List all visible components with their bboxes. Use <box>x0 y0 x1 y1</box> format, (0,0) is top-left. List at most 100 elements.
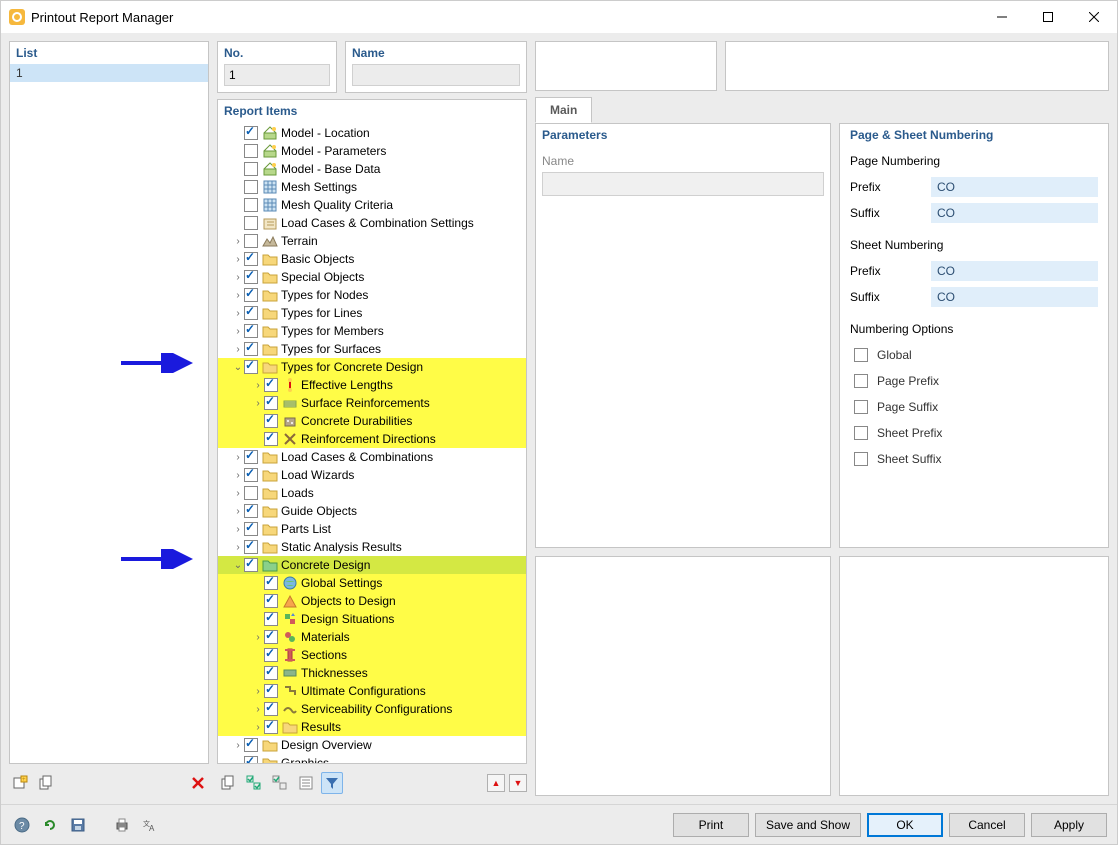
tree-item[interactable]: Graphics <box>218 754 526 763</box>
collapse-icon[interactable]: ⌄ <box>232 560 244 571</box>
expand-icon[interactable]: › <box>252 722 264 733</box>
expand-icon[interactable]: › <box>232 254 244 265</box>
tree-item[interactable]: Load Cases & Combination Settings <box>218 214 526 232</box>
print-button-icon[interactable] <box>111 814 133 836</box>
tree-checkbox[interactable] <box>264 648 278 662</box>
tree-checkbox[interactable] <box>264 594 278 608</box>
tree-item[interactable]: Design Situations <box>218 610 526 628</box>
tree-item[interactable]: Objects to Design <box>218 592 526 610</box>
tree-item[interactable]: Sections <box>218 646 526 664</box>
expand-icon[interactable]: › <box>232 326 244 337</box>
tree-checkbox[interactable] <box>244 180 258 194</box>
tree-checkbox[interactable] <box>244 234 258 248</box>
expand-icon[interactable]: › <box>252 704 264 715</box>
copy-item-button[interactable] <box>35 772 57 794</box>
print-button[interactable]: Print <box>673 813 749 837</box>
tree-item[interactable]: ›Serviceability Configurations <box>218 700 526 718</box>
page-suffix-checkbox[interactable] <box>854 400 868 414</box>
tree-checkbox[interactable] <box>244 288 258 302</box>
tree-item[interactable]: Model - Location <box>218 124 526 142</box>
tree-checkbox[interactable] <box>244 252 258 266</box>
tree-item[interactable]: ›Ultimate Configurations <box>218 682 526 700</box>
tree-item[interactable]: ›Parts List <box>218 520 526 538</box>
tree-item[interactable]: ›Types for Lines <box>218 304 526 322</box>
tree-checkbox[interactable] <box>264 684 278 698</box>
apply-button[interactable]: Apply <box>1031 813 1107 837</box>
tree-checkbox[interactable] <box>244 126 258 140</box>
sheet-prefix-input[interactable] <box>931 261 1098 281</box>
tree-checkbox[interactable] <box>244 540 258 554</box>
tree-checkbox[interactable] <box>264 576 278 590</box>
uncheck-all-button[interactable] <box>269 772 291 794</box>
tree-checkbox[interactable] <box>244 360 258 374</box>
sheet-suffix-checkbox[interactable] <box>854 452 868 466</box>
check-all-button[interactable] <box>243 772 265 794</box>
tree-checkbox[interactable] <box>244 504 258 518</box>
tree-item[interactable]: Concrete Durabilities <box>218 412 526 430</box>
tree-checkbox[interactable] <box>244 342 258 356</box>
tree-checkbox[interactable] <box>244 450 258 464</box>
param-name-input[interactable] <box>542 172 824 196</box>
expand-icon[interactable]: › <box>232 308 244 319</box>
list-body[interactable]: 1 <box>10 64 208 763</box>
global-checkbox[interactable] <box>854 348 868 362</box>
expand-icon[interactable]: › <box>252 686 264 697</box>
tree-item[interactable]: ⌄Concrete Design <box>218 556 526 574</box>
tree-checkbox[interactable] <box>244 558 258 572</box>
tree-checkbox[interactable] <box>244 756 258 763</box>
delete-item-button[interactable] <box>187 772 209 794</box>
tree-item[interactable]: ⌄Types for Concrete Design <box>218 358 526 376</box>
page-prefix-checkbox[interactable] <box>854 374 868 388</box>
tree-item[interactable]: Mesh Quality Criteria <box>218 196 526 214</box>
save-and-show-button[interactable]: Save and Show <box>755 813 861 837</box>
tree-checkbox[interactable] <box>264 612 278 626</box>
copy-tree-button[interactable] <box>217 772 239 794</box>
tree-checkbox[interactable] <box>244 144 258 158</box>
page-suffix-input[interactable] <box>931 203 1098 223</box>
expand-icon[interactable]: › <box>232 236 244 247</box>
filter-button[interactable] <box>321 772 343 794</box>
tree-item[interactable]: ›Types for Nodes <box>218 286 526 304</box>
tree-checkbox[interactable] <box>264 396 278 410</box>
expand-icon[interactable]: › <box>232 488 244 499</box>
expand-icon[interactable]: › <box>252 398 264 409</box>
tree-checkbox[interactable] <box>244 468 258 482</box>
tree-checkbox[interactable] <box>264 414 278 428</box>
tree-item[interactable]: ›Basic Objects <box>218 250 526 268</box>
tree-checkbox[interactable] <box>244 198 258 212</box>
tree-item[interactable]: Model - Base Data <box>218 160 526 178</box>
ok-button[interactable]: OK <box>867 813 943 837</box>
move-up-button[interactable]: ▲ <box>487 774 505 792</box>
report-items-tree[interactable]: Model - LocationModel - ParametersModel … <box>218 122 526 763</box>
expand-icon[interactable]: › <box>232 740 244 751</box>
sheet-suffix-input[interactable] <box>931 287 1098 307</box>
maximize-button[interactable] <box>1025 1 1071 33</box>
cancel-button[interactable]: Cancel <box>949 813 1025 837</box>
save-button[interactable] <box>67 814 89 836</box>
tree-checkbox[interactable] <box>264 432 278 446</box>
expand-icon[interactable]: › <box>232 290 244 301</box>
tree-item[interactable]: ›Terrain <box>218 232 526 250</box>
tree-item[interactable]: Reinforcement Directions <box>218 430 526 448</box>
close-button[interactable] <box>1071 1 1117 33</box>
expand-icon[interactable]: › <box>232 272 244 283</box>
expand-icon[interactable]: › <box>232 506 244 517</box>
no-input[interactable] <box>224 64 330 86</box>
expand-icon[interactable]: › <box>252 632 264 643</box>
tab-main[interactable]: Main <box>535 97 592 123</box>
tree-checkbox[interactable] <box>264 720 278 734</box>
refresh-button[interactable] <box>39 814 61 836</box>
tree-checkbox[interactable] <box>244 306 258 320</box>
expand-icon[interactable]: › <box>252 380 264 391</box>
tree-item[interactable]: ›Results <box>218 718 526 736</box>
tree-item[interactable]: ›Surface Reinforcements <box>218 394 526 412</box>
tree-item[interactable]: Global Settings <box>218 574 526 592</box>
tree-item[interactable]: ›Design Overview <box>218 736 526 754</box>
tree-checkbox[interactable] <box>244 162 258 176</box>
new-item-button[interactable]: + <box>9 772 31 794</box>
expand-icon[interactable]: › <box>232 542 244 553</box>
tree-item[interactable]: Thicknesses <box>218 664 526 682</box>
list-settings-button[interactable] <box>295 772 317 794</box>
minimize-button[interactable] <box>979 1 1025 33</box>
tree-item[interactable]: ›Guide Objects <box>218 502 526 520</box>
